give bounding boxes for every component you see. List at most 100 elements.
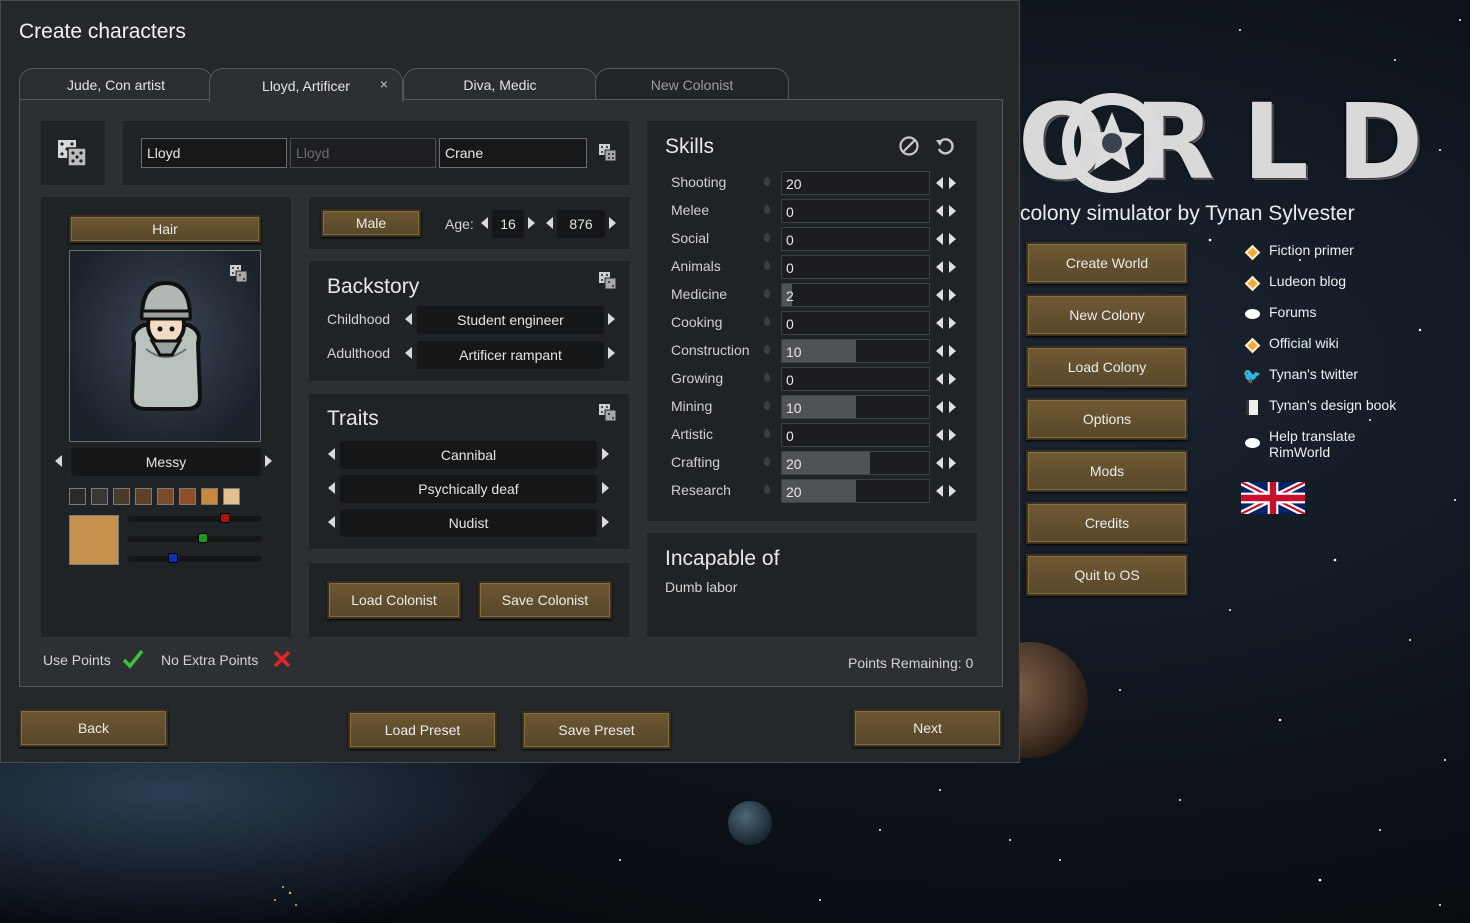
skill-decrease-arrow-icon[interactable] bbox=[936, 457, 943, 469]
trait-1-selector[interactable]: Cannibal bbox=[340, 441, 597, 469]
skill-decrease-arrow-icon[interactable] bbox=[936, 373, 943, 385]
trait-2-prev-arrow-icon[interactable] bbox=[328, 482, 335, 494]
skill-decrease-arrow-icon[interactable] bbox=[936, 317, 943, 329]
red-slider-knob[interactable] bbox=[220, 513, 230, 523]
passion-flame-icon[interactable] bbox=[764, 485, 770, 494]
skin-swatch[interactable] bbox=[69, 488, 86, 505]
link-fiction-primer[interactable]: Fiction primer bbox=[1243, 242, 1443, 273]
trait-1-next-arrow-icon[interactable] bbox=[602, 448, 609, 460]
chrono-age-increase-arrow-icon[interactable] bbox=[609, 217, 616, 229]
hair-next-arrow-icon[interactable] bbox=[265, 455, 272, 467]
skill-decrease-arrow-icon[interactable] bbox=[936, 233, 943, 245]
quit-to-os-button[interactable]: Quit to OS bbox=[1026, 554, 1188, 596]
skill-increase-arrow-icon[interactable] bbox=[949, 345, 956, 357]
skin-swatch[interactable] bbox=[157, 488, 174, 505]
next-button[interactable]: Next bbox=[853, 709, 1002, 747]
close-icon[interactable]: × bbox=[380, 76, 388, 92]
trait-2-next-arrow-icon[interactable] bbox=[602, 482, 609, 494]
last-name-field[interactable]: Crane bbox=[439, 138, 587, 168]
back-button[interactable]: Back bbox=[19, 709, 168, 747]
biological-age-field[interactable]: 16 bbox=[492, 210, 524, 238]
randomize-backstory-dice-icon[interactable] bbox=[599, 272, 617, 290]
adulthood-next-arrow-icon[interactable] bbox=[608, 347, 615, 359]
skill-decrease-arrow-icon[interactable] bbox=[936, 345, 943, 357]
childhood-prev-arrow-icon[interactable] bbox=[405, 313, 412, 325]
skin-swatch[interactable] bbox=[179, 488, 196, 505]
save-colonist-button[interactable]: Save Colonist bbox=[478, 581, 612, 619]
passion-flame-icon[interactable] bbox=[764, 457, 770, 466]
mods-button[interactable]: Mods bbox=[1026, 450, 1188, 492]
skill-decrease-arrow-icon[interactable] bbox=[936, 289, 943, 301]
green-slider-knob[interactable] bbox=[198, 533, 208, 543]
use-points-checkmark-icon[interactable] bbox=[122, 649, 144, 669]
language-flag-icon[interactable] bbox=[1241, 482, 1305, 514]
load-preset-button[interactable]: Load Preset bbox=[348, 711, 497, 749]
passion-flame-icon[interactable] bbox=[764, 401, 770, 410]
skill-decrease-arrow-icon[interactable] bbox=[936, 401, 943, 413]
skill-increase-arrow-icon[interactable] bbox=[949, 177, 956, 189]
skill-decrease-arrow-icon[interactable] bbox=[936, 429, 943, 441]
skill-increase-arrow-icon[interactable] bbox=[949, 457, 956, 469]
childhood-selector[interactable]: Student engineer bbox=[417, 306, 604, 334]
skin-swatch[interactable] bbox=[91, 488, 108, 505]
chronological-age-field[interactable]: 876 bbox=[557, 210, 605, 238]
childhood-next-arrow-icon[interactable] bbox=[608, 313, 615, 325]
skill-increase-arrow-icon[interactable] bbox=[949, 261, 956, 273]
randomize-dice-icon[interactable] bbox=[57, 139, 87, 167]
trait-3-prev-arrow-icon[interactable] bbox=[328, 516, 335, 528]
gender-button[interactable]: Male bbox=[321, 209, 421, 237]
skill-decrease-arrow-icon[interactable] bbox=[936, 205, 943, 217]
skin-swatch[interactable] bbox=[113, 488, 130, 505]
passion-flame-icon[interactable] bbox=[764, 289, 770, 298]
passion-flame-icon[interactable] bbox=[764, 205, 770, 214]
chrono-age-decrease-arrow-icon[interactable] bbox=[546, 217, 553, 229]
trait-3-next-arrow-icon[interactable] bbox=[602, 516, 609, 528]
first-name-field[interactable]: Lloyd bbox=[141, 138, 287, 168]
skin-swatch[interactable] bbox=[135, 488, 152, 505]
passion-flame-icon[interactable] bbox=[764, 233, 770, 242]
skill-increase-arrow-icon[interactable] bbox=[949, 317, 956, 329]
trait-2-selector[interactable]: Psychically deaf bbox=[340, 475, 597, 503]
hair-button[interactable]: Hair bbox=[69, 215, 261, 243]
load-colonist-button[interactable]: Load Colonist bbox=[327, 581, 461, 619]
tab-colonist-jude[interactable]: Jude, Con artist bbox=[19, 68, 213, 101]
adulthood-prev-arrow-icon[interactable] bbox=[405, 347, 412, 359]
link-tynans-twitter[interactable]: 🐦 Tynan's twitter bbox=[1243, 366, 1443, 397]
link-ludeon-blog[interactable]: Ludeon blog bbox=[1243, 273, 1443, 304]
skin-swatch[interactable] bbox=[223, 488, 240, 505]
skin-swatch[interactable] bbox=[201, 488, 218, 505]
skill-decrease-arrow-icon[interactable] bbox=[936, 485, 943, 497]
bio-age-decrease-arrow-icon[interactable] bbox=[481, 217, 488, 229]
skill-increase-arrow-icon[interactable] bbox=[949, 205, 956, 217]
randomize-appearance-dice-icon[interactable] bbox=[230, 265, 248, 283]
skill-decrease-arrow-icon[interactable] bbox=[936, 261, 943, 273]
nickname-field[interactable]: Lloyd bbox=[290, 138, 436, 168]
blue-slider[interactable] bbox=[127, 553, 262, 563]
link-forums[interactable]: Forums bbox=[1243, 304, 1443, 335]
skill-increase-arrow-icon[interactable] bbox=[949, 289, 956, 301]
new-colony-button[interactable]: New Colony bbox=[1026, 294, 1188, 336]
skill-increase-arrow-icon[interactable] bbox=[949, 429, 956, 441]
skill-increase-arrow-icon[interactable] bbox=[949, 401, 956, 413]
tab-new-colonist[interactable]: New Colonist bbox=[595, 68, 789, 101]
link-design-book[interactable]: Tynan's design book bbox=[1243, 397, 1443, 428]
load-colony-button[interactable]: Load Colony bbox=[1026, 346, 1188, 388]
reset-skills-icon[interactable] bbox=[934, 135, 956, 157]
create-world-button[interactable]: Create World bbox=[1026, 242, 1188, 284]
skill-decrease-arrow-icon[interactable] bbox=[936, 177, 943, 189]
link-official-wiki[interactable]: Official wiki bbox=[1243, 335, 1443, 366]
skill-increase-arrow-icon[interactable] bbox=[949, 373, 956, 385]
passion-flame-icon[interactable] bbox=[764, 373, 770, 382]
red-slider[interactable] bbox=[127, 513, 262, 523]
passion-flame-icon[interactable] bbox=[764, 177, 770, 186]
hair-prev-arrow-icon[interactable] bbox=[55, 455, 62, 467]
passion-flame-icon[interactable] bbox=[764, 429, 770, 438]
link-help-translate[interactable]: Help translate RimWorld bbox=[1243, 428, 1443, 468]
green-slider[interactable] bbox=[127, 533, 262, 543]
tab-colonist-lloyd[interactable]: Lloyd, Artificer × bbox=[209, 68, 403, 102]
options-button[interactable]: Options bbox=[1026, 398, 1188, 440]
bio-age-increase-arrow-icon[interactable] bbox=[528, 217, 535, 229]
adulthood-selector[interactable]: Artificer rampant bbox=[417, 341, 604, 369]
trait-3-selector[interactable]: Nudist bbox=[340, 509, 597, 537]
skill-increase-arrow-icon[interactable] bbox=[949, 485, 956, 497]
